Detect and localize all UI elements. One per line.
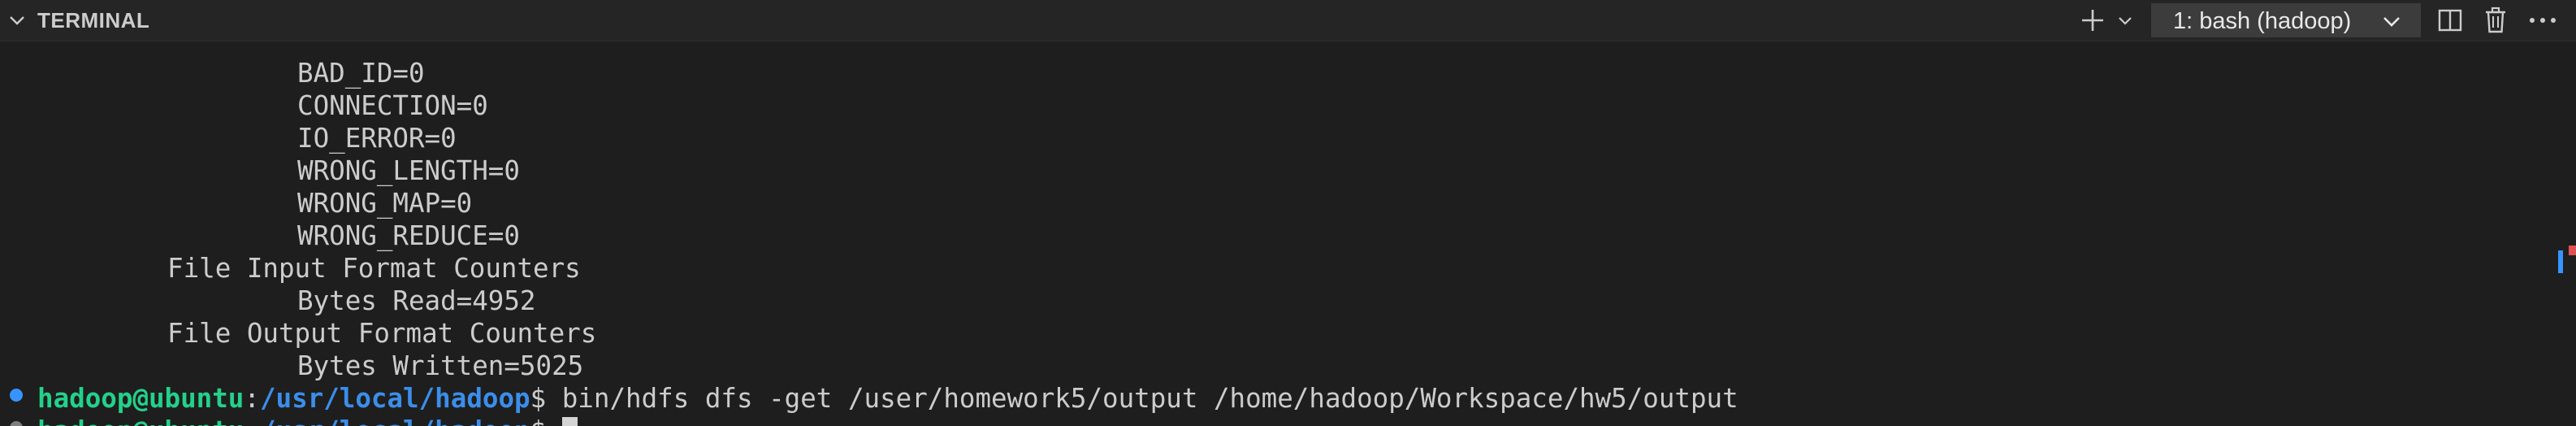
- terminal-selector[interactable]: 1: bash (hadoop): [2151, 3, 2421, 37]
- prompt-user-host: hadoop@ubuntu: [37, 415, 244, 426]
- new-terminal-dropdown-chevron-icon[interactable]: [2114, 5, 2137, 36]
- output-line: IO_ERROR=0: [297, 123, 457, 154]
- prompt-separator: :: [244, 415, 260, 426]
- terminal-panel: TERMINAL 1: bash (hadoop) BAD_ID=0 CONNE…: [0, 0, 2576, 426]
- split-editor-icon[interactable]: [2434, 5, 2466, 36]
- output-line: BAD_ID=0: [297, 58, 425, 89]
- trash-icon[interactable]: [2479, 5, 2512, 36]
- output-line: CONNECTION=0: [297, 90, 488, 121]
- prompt-dollar: $: [530, 415, 547, 426]
- output-line: File Input Format Counters: [167, 253, 581, 284]
- ellipsis-icon[interactable]: [2525, 5, 2561, 36]
- command-text: [546, 415, 562, 426]
- terminal-selector-label: 1: bash (hadoop): [2173, 8, 2352, 34]
- scrollbar-marker[interactable]: [2569, 246, 2576, 255]
- command-decoration-icon[interactable]: [10, 389, 23, 402]
- output-line: WRONG_REDUCE=0: [297, 220, 520, 251]
- chevron-down-icon[interactable]: [6, 10, 28, 31]
- prompt-path: /usr/local/hadoop: [260, 415, 530, 426]
- output-line: File Output Format Counters: [167, 318, 597, 349]
- prompt-line-active[interactable]: hadoop@ubuntu:/usr/local/hadoop$: [37, 415, 578, 426]
- chevron-down-icon: [2381, 11, 2402, 32]
- prompt-path: /usr/local/hadoop: [259, 383, 530, 414]
- prompt-separator: :: [244, 383, 260, 414]
- output-line: WRONG_LENGTH=0: [297, 155, 520, 186]
- command-text: bin/hdfs dfs -get /user/homework5/output…: [546, 383, 1738, 414]
- plus-icon[interactable]: [2076, 5, 2109, 36]
- prompt-user-host: hadoop@ubuntu: [37, 383, 245, 414]
- terminal-cursor: [561, 417, 578, 426]
- command-decoration-icon: [10, 421, 23, 426]
- prompt-line: hadoop@ubuntu:/usr/local/hadoop$ bin/hdf…: [37, 382, 1738, 415]
- prompt-dollar: $: [530, 383, 547, 414]
- scrollbar-marker[interactable]: [2558, 250, 2563, 273]
- output-line: Bytes Written=5025: [297, 350, 584, 381]
- terminal-output[interactable]: BAD_ID=0 CONNECTION=0 IO_ERROR=0 WRONG_L…: [0, 42, 2576, 426]
- output-line: WRONG_MAP=0: [297, 188, 473, 219]
- terminal-panel-header: TERMINAL 1: bash (hadoop): [0, 0, 2576, 41]
- output-line: Bytes Read=4952: [297, 285, 536, 316]
- panel-title[interactable]: TERMINAL: [37, 7, 149, 34]
